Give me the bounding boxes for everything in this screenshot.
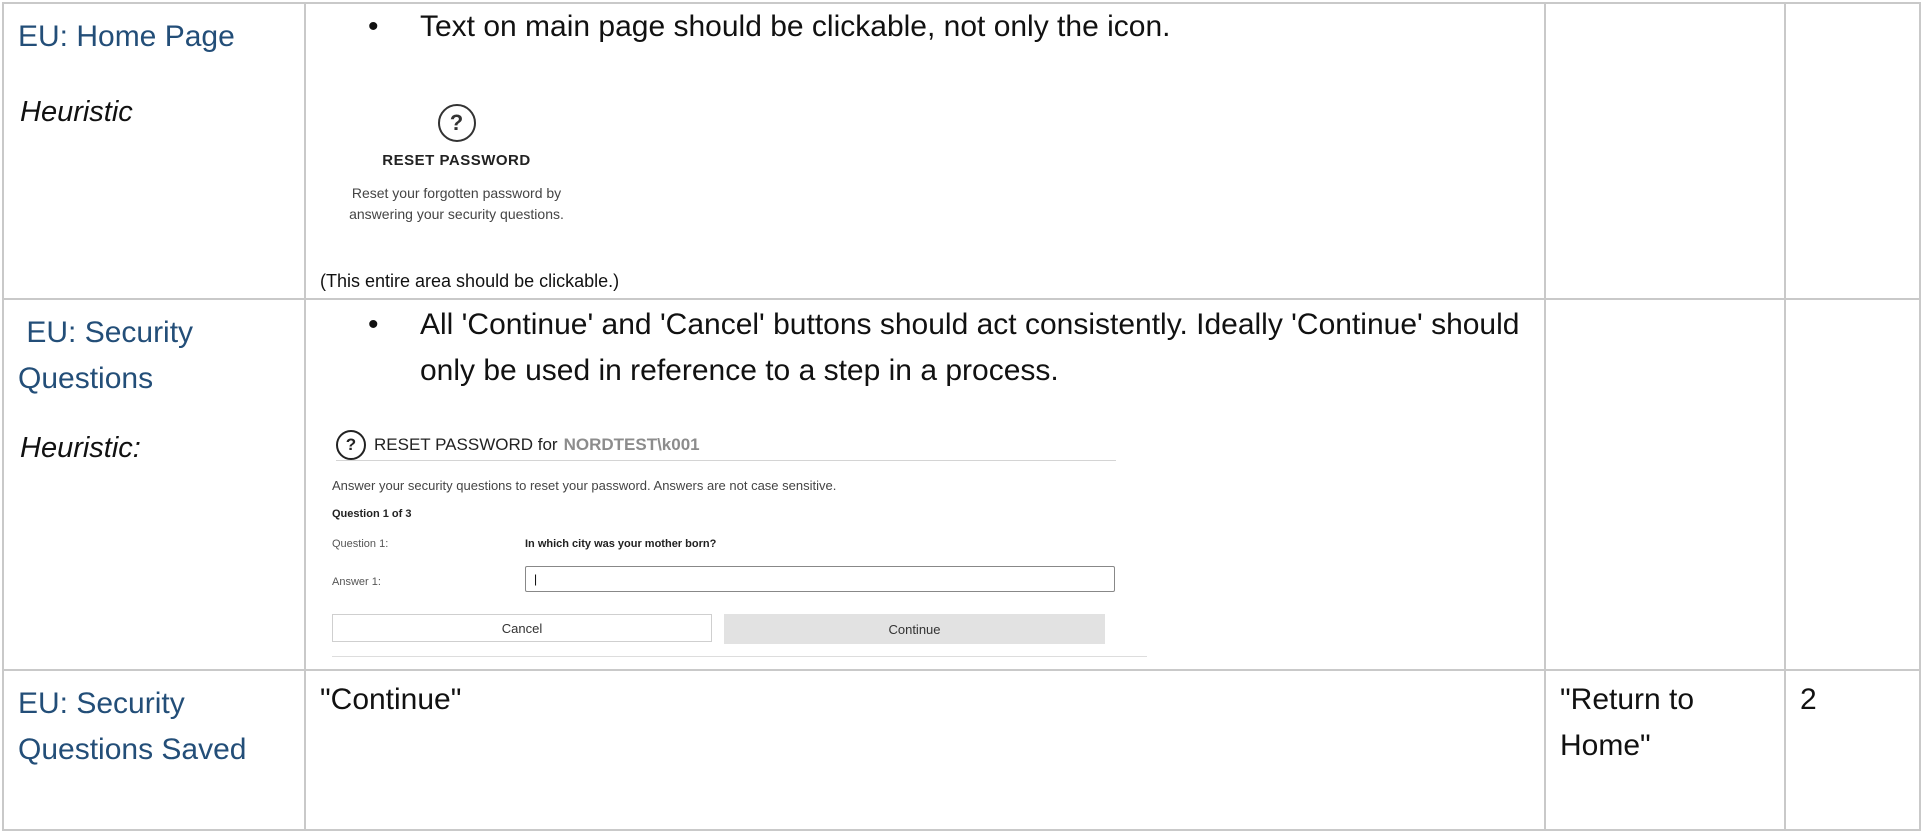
heuristic-label: Heuristic: [20, 96, 133, 128]
question-circle-icon: ?: [336, 430, 366, 460]
question-progress: Question 1 of 3: [332, 508, 412, 520]
col4-cell: 2: [1784, 669, 1921, 831]
bullet-item: • Text on main page should be clickable,…: [306, 4, 1544, 50]
form-instructions: Answer your security questions to reset …: [332, 478, 837, 493]
bullet-text: Text on main page should be clickable, n…: [420, 10, 1171, 43]
question-text: In which city was your mother born?: [525, 538, 717, 550]
form-username: NORDTEST\k001: [563, 435, 700, 454]
question-circle-icon[interactable]: ?: [437, 104, 476, 142]
section-cell: EU: Home Page Heuristic: [2, 2, 306, 300]
cancel-button[interactable]: Cancel: [332, 614, 712, 642]
col4-cell: [1784, 2, 1921, 300]
clickable-area-note: (This entire area should be clickable.): [320, 271, 620, 291]
table-row: EU: Home Page Heuristic • Text on main p…: [2, 2, 1921, 300]
section-title: EU: Security Questions: [18, 316, 202, 395]
table-row: EU: Security Questions Saved "Continue" …: [2, 669, 1921, 831]
reset-password-heading[interactable]: RESET PASSWORD: [344, 152, 569, 169]
col3-cell: [1544, 2, 1786, 300]
finding-cell: "Continue": [304, 669, 1546, 831]
reset-password-card[interactable]: ? RESET PASSWORD Reset your forgotten pa…: [344, 104, 569, 225]
finding-cell: • All 'Continue' and 'Cancel' buttons sh…: [304, 298, 1546, 671]
continue-button[interactable]: Continue: [724, 614, 1105, 644]
bullet-dot: •: [368, 308, 379, 341]
finding-text: "Continue": [320, 683, 462, 716]
section-cell: EU: Security Questions Saved: [2, 669, 306, 831]
form-title: RESET PASSWORD for: [374, 435, 558, 454]
section-title: EU: Security Questions Saved: [18, 687, 247, 766]
table-row: EU: Security Questions Heuristic: • All …: [2, 298, 1921, 671]
security-questions-form: ? RESET PASSWORD for NORDTEST\k001 Answe…: [332, 430, 1147, 657]
section-cell: EU: Security Questions Heuristic:: [2, 298, 306, 671]
recommendation-text: "Return to Home": [1560, 683, 1695, 762]
section-title: EU: Home Page: [18, 20, 235, 53]
col3-cell: [1544, 298, 1786, 671]
col3-cell: "Return to Home": [1544, 669, 1786, 831]
answer-label: Answer 1:: [332, 576, 381, 588]
bullet-text: All 'Continue' and 'Cancel' buttons shou…: [420, 308, 1520, 387]
answer-input[interactable]: [525, 566, 1115, 592]
question-label: Question 1:: [332, 538, 389, 550]
finding-cell: • Text on main page should be clickable,…: [304, 2, 1546, 300]
col4-cell: [1784, 298, 1921, 671]
severity-value: 2: [1800, 683, 1817, 716]
bullet-dot: •: [368, 10, 379, 43]
heuristic-label: Heuristic:: [20, 432, 141, 464]
form-header: ? RESET PASSWORD for NORDTEST\k001: [336, 430, 1116, 461]
review-table: EU: Home Page Heuristic • Text on main p…: [2, 2, 1921, 831]
reset-password-description[interactable]: Reset your forgotten password by answeri…: [344, 183, 569, 225]
bullet-item: • All 'Continue' and 'Cancel' buttons sh…: [306, 300, 1544, 394]
